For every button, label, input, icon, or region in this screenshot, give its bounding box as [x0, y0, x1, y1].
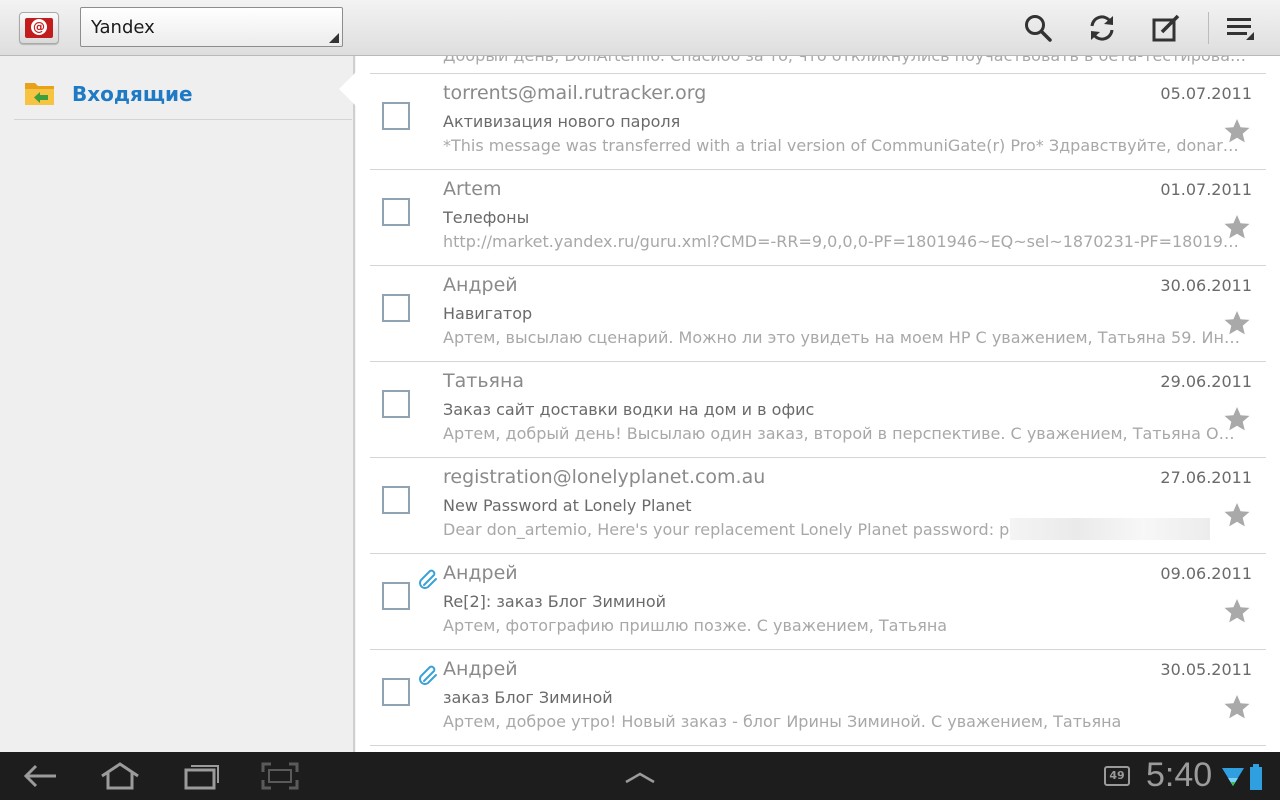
star-icon[interactable] — [1224, 214, 1250, 240]
star-icon[interactable] — [1224, 406, 1250, 432]
star-icon[interactable] — [1224, 118, 1250, 144]
message-sender: Андрей — [443, 562, 518, 584]
select-checkbox[interactable] — [382, 294, 410, 322]
chevron-up-icon[interactable] — [618, 760, 662, 792]
message-subject: Заказ сайт доставки водки на дом и в офи… — [443, 400, 815, 419]
message-sender: torrents@mail.rutracker.org — [443, 82, 707, 104]
message-date: 30.06.2011 — [1160, 276, 1252, 295]
message-snippet: Артем, высылаю сценарий. Можно ли это ув… — [443, 328, 1243, 347]
list-item[interactable]: Artem 01.07.2011 Телефоны http://market.yan… — [370, 170, 1266, 266]
list-item[interactable]: Татьяна 29.06.2011 Заказ сайт доставки вод… — [370, 362, 1266, 458]
notification-badge[interactable]: 49 — [1104, 766, 1130, 786]
select-checkbox[interactable] — [382, 102, 410, 130]
list-item[interactable]: Андрей 30.05.2011 заказ Блог Зиминой Артем,… — [370, 650, 1266, 746]
message-date: 01.07.2011 — [1160, 180, 1252, 199]
message-sender: Андрей — [443, 274, 518, 296]
battery-icon — [1250, 764, 1262, 790]
search-icon[interactable] — [1022, 12, 1054, 44]
compose-icon[interactable] — [1150, 12, 1182, 44]
message-subject: заказ Блог Зиминой — [443, 688, 613, 707]
message-subject: Активизация нового пароля — [443, 112, 681, 131]
message-sender: Татьяна — [443, 370, 525, 392]
message-date: 05.07.2011 — [1160, 84, 1252, 103]
message-snippet: Добрый день, DonArtemio. Спасибо за то, … — [443, 56, 1261, 65]
select-checkbox[interactable] — [382, 582, 410, 610]
message-sender: Artem — [443, 178, 502, 200]
star-icon[interactable] — [1224, 502, 1250, 528]
account-select[interactable]: Yandex — [80, 7, 343, 47]
redacted-region — [1010, 518, 1210, 540]
app-mail-icon[interactable]: @ — [19, 12, 59, 44]
message-subject: New Password at Lonely Planet — [443, 496, 692, 515]
message-snippet: Артем, фотографию пришлю позже. С уважен… — [443, 616, 948, 635]
select-checkbox[interactable] — [382, 486, 410, 514]
star-icon[interactable] — [1224, 598, 1250, 624]
home-icon[interactable] — [98, 760, 142, 792]
message-snippet: *This message was transferred with a tri… — [443, 136, 1243, 155]
message-subject: Re[2]: заказ Блог Зиминой — [443, 592, 667, 611]
message-date: 29.06.2011 — [1160, 372, 1252, 391]
dropdown-corner-icon — [329, 33, 339, 43]
actionbar-divider — [1208, 12, 1209, 44]
list-item-partial[interactable]: Добрый день, DonArtemio. Спасибо за то, … — [370, 56, 1266, 74]
message-subject: Телефоны — [443, 208, 530, 227]
select-checkbox[interactable] — [382, 390, 410, 418]
refresh-icon[interactable] — [1086, 12, 1118, 44]
message-snippet: Артем, добрый день! Высылаю один заказ, … — [443, 424, 1243, 443]
action-bar: @ Yandex — [0, 0, 1280, 56]
message-snippet: Артем, доброе утро! Новый заказ - блог И… — [443, 712, 1122, 731]
list-item[interactable]: Андрей 30.06.2011 Навигатор Артем, высылаю … — [370, 266, 1266, 362]
message-sender: Андрей — [443, 658, 518, 680]
selection-indicator — [339, 72, 356, 106]
overflow-menu-icon[interactable] — [1224, 12, 1256, 44]
message-date: 27.06.2011 — [1160, 468, 1252, 487]
system-bar: 49 5:40 — [0, 752, 1280, 800]
select-checkbox[interactable] — [382, 198, 410, 226]
message-date: 30.05.2011 — [1160, 660, 1252, 679]
folder-inbox-icon — [25, 83, 54, 105]
message-snippet: http://market.yandex.ru/guru.xml?CMD=-RR… — [443, 232, 1243, 251]
account-label: Yandex — [91, 17, 155, 38]
attachment-icon — [418, 664, 440, 686]
folder-sidebar: Входящие — [0, 56, 355, 752]
screenshot-icon[interactable] — [258, 760, 302, 792]
star-icon[interactable] — [1224, 694, 1250, 720]
recent-apps-icon[interactable] — [180, 760, 224, 792]
message-subject: Навигатор — [443, 304, 533, 323]
wifi-icon — [1222, 768, 1244, 786]
select-checkbox[interactable] — [382, 678, 410, 706]
star-icon[interactable] — [1224, 310, 1250, 336]
list-item[interactable]: registration@lonelyplanet.com.au 27.06.20… — [370, 458, 1266, 554]
clock[interactable]: 5:40 — [1146, 756, 1212, 795]
attachment-icon — [418, 568, 440, 590]
back-icon[interactable] — [18, 760, 62, 792]
list-item[interactable]: Андрей 09.06.2011 Re[2]: заказ Блог Зимино… — [370, 554, 1266, 650]
message-date: 09.06.2011 — [1160, 564, 1252, 583]
list-item[interactable]: torrents@mail.rutracker.org 05.07.2011 Акт… — [370, 74, 1266, 170]
message-list[interactable]: Добрый день, DonArtemio. Спасибо за то, … — [356, 56, 1280, 752]
message-sender: registration@lonelyplanet.com.au — [443, 466, 766, 488]
sidebar-item-label: Входящие — [72, 82, 193, 106]
sidebar-item-inbox[interactable]: Входящие — [14, 62, 352, 120]
